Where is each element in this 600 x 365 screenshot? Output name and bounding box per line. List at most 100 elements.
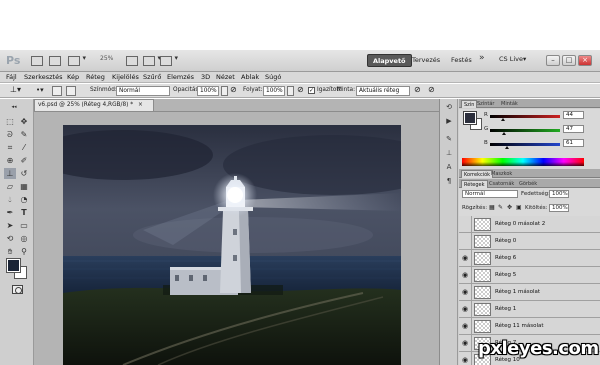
workspace-painting-button[interactable]: Festés — [446, 54, 477, 67]
tab-curves[interactable]: Görbék — [517, 180, 539, 188]
blue-channel-field[interactable]: 61 — [563, 139, 584, 147]
airbrush-icon[interactable]: ⊘ — [297, 85, 304, 94]
close-button[interactable]: × — [578, 55, 592, 66]
lock-pixels-icon[interactable]: ✎ — [498, 204, 503, 211]
eraser-tool-icon[interactable]: ▱ — [4, 181, 16, 192]
menu-view[interactable]: Nézet — [216, 73, 235, 81]
ignore-adjustment-layers-icon[interactable]: ⊘ — [414, 85, 421, 94]
menu-help[interactable]: Súgó — [265, 73, 281, 81]
red-slider-thumb[interactable] — [501, 118, 505, 121]
layer-visibility-toggle[interactable]: ◉ — [459, 301, 472, 318]
quick-selection-tool-icon[interactable]: ✎ — [18, 129, 30, 140]
opacity-field[interactable]: 100% — [197, 86, 219, 96]
layer-row[interactable]: ◉ Réteg 5 — [459, 267, 600, 284]
brush-panel-icon[interactable] — [66, 86, 76, 96]
actions-panel-icon[interactable]: ▶ — [444, 117, 454, 126]
blend-mode-select[interactable]: Normál — [462, 190, 518, 198]
layer-visibility-toggle[interactable]: ◉ — [459, 352, 472, 365]
menu-select[interactable]: Kijelölés — [112, 73, 139, 81]
menu-edit[interactable]: Szerkesztés — [24, 73, 62, 81]
lock-transparency-icon[interactable]: ▦ — [489, 204, 495, 211]
menu-image[interactable]: Kép — [67, 73, 79, 81]
history-panel-icon[interactable]: ⟲ — [444, 103, 454, 112]
tab-swatches[interactable]: Színtár — [475, 100, 496, 108]
zoom-tool-icon[interactable]: ⚲ — [18, 246, 30, 257]
color-spectrum-bar[interactable] — [462, 158, 584, 166]
clone-stamp-tool-icon[interactable]: ⊥ — [4, 168, 16, 179]
layer-visibility-toggle[interactable]: ◉ — [459, 250, 472, 267]
brush-tool-icon[interactable]: ✐ — [18, 155, 30, 166]
layer-row[interactable]: ◉ Réteg 11 másolat — [459, 318, 600, 335]
document-tab[interactable]: v6.psd @ 25% (Réteg 4,RGB/8) * × — [34, 99, 154, 111]
arrange-documents-icon[interactable] — [160, 54, 178, 66]
lock-all-icon[interactable]: ▣ — [516, 204, 522, 211]
clone-source-panel-icon[interactable] — [52, 86, 62, 96]
menu-layer[interactable]: Réteg — [86, 73, 105, 81]
history-brush-tool-icon[interactable]: ↺ — [18, 168, 30, 179]
layer-visibility-toggle[interactable]: ◉ — [459, 267, 472, 284]
document-tab-close-icon[interactable]: × — [138, 102, 143, 108]
tab-layers[interactable]: Rétegek — [461, 180, 488, 188]
view-extras-icon[interactable] — [68, 54, 86, 66]
mode-select[interactable]: Normál — [116, 86, 170, 96]
crop-tool-icon[interactable]: ⌗ — [4, 142, 16, 153]
clone-source-panel-icon[interactable]: ⊥ — [444, 149, 454, 158]
layer-row[interactable]: Réteg 0 másolat 2 — [459, 216, 600, 233]
hand-tool-icon[interactable] — [126, 56, 138, 66]
layer-row[interactable]: Réteg 0 — [459, 233, 600, 250]
dodge-tool-icon[interactable]: ◔ — [18, 194, 30, 205]
workspace-design-button[interactable]: Tervezés — [407, 54, 445, 67]
foreground-color-swatch[interactable] — [6, 258, 21, 273]
marquee-tool-icon[interactable]: ⬚ — [4, 116, 16, 127]
brush-size-icon[interactable]: •▾ — [36, 86, 44, 94]
green-slider-thumb[interactable] — [502, 132, 506, 135]
lock-position-icon[interactable]: ✥ — [507, 204, 512, 211]
menu-filter[interactable]: Szűrő — [143, 73, 161, 81]
tab-styles[interactable]: Minták — [499, 100, 520, 108]
workspace-essentials-button[interactable]: Alapvető — [367, 54, 412, 67]
layer-visibility-toggle[interactable] — [459, 233, 472, 250]
flow-field[interactable]: 100% — [263, 86, 285, 96]
minimize-button[interactable]: – — [546, 55, 560, 66]
layer-visibility-toggle[interactable]: ◉ — [459, 284, 472, 301]
shape-tool-icon[interactable]: ▭ — [18, 220, 30, 231]
menu-3d[interactable]: 3D — [201, 73, 210, 81]
type-tool-icon[interactable]: T — [18, 207, 30, 218]
pen-tool-icon[interactable]: ✒ — [4, 207, 16, 218]
healing-brush-tool-icon[interactable]: ⊕ — [4, 155, 16, 166]
tab-channels[interactable]: Csatornák — [487, 180, 516, 188]
paragraph-panel-icon[interactable]: ¶ — [444, 177, 454, 186]
layer-visibility-toggle[interactable]: ◉ — [459, 318, 472, 335]
blue-channel-slider[interactable] — [490, 143, 560, 146]
lasso-tool-icon[interactable]: ᘐ — [4, 129, 16, 140]
pressure-opacity-icon[interactable]: ⊘ — [230, 85, 237, 94]
move-tool-icon[interactable]: ✥ — [18, 116, 30, 127]
sample-select[interactable]: Aktuális réteg — [356, 86, 410, 96]
opacity-dropdown-icon[interactable] — [221, 86, 228, 96]
menu-window[interactable]: Ablak — [241, 73, 259, 81]
red-channel-field[interactable]: 44 — [563, 111, 584, 119]
layer-row[interactable]: ◉ Réteg 1 másolat — [459, 284, 600, 301]
3d-orbit-tool-icon[interactable]: ◎ — [18, 233, 30, 244]
aligned-checkbox[interactable]: ✓ — [308, 87, 315, 94]
pressure-size-icon[interactable]: ⊘ — [428, 85, 435, 94]
3d-rotate-tool-icon[interactable]: ⟲ — [4, 233, 16, 244]
flow-dropdown-icon[interactable] — [287, 86, 294, 96]
blue-slider-thumb[interactable] — [505, 146, 509, 149]
layer-opacity-field[interactable]: 100% — [549, 190, 569, 198]
brush-panel-icon[interactable]: ✎ — [444, 135, 454, 144]
maximize-button[interactable]: □ — [562, 55, 576, 66]
eyedropper-tool-icon[interactable]: ⁄ — [18, 142, 30, 153]
rotate-view-icon[interactable] — [143, 54, 161, 66]
fill-field[interactable]: 100% — [549, 204, 569, 212]
character-panel-icon[interactable]: A — [444, 163, 454, 172]
document-canvas[interactable] — [63, 125, 401, 365]
layer-row[interactable]: ◉ Réteg 6 — [459, 250, 600, 267]
quick-mask-icon[interactable] — [12, 285, 23, 294]
layer-row[interactable]: ◉ Réteg 1 — [459, 301, 600, 318]
clone-stamp-preset-icon[interactable]: ⊥▾ — [10, 85, 21, 94]
mini-bridge-icon[interactable] — [49, 56, 61, 66]
path-selection-tool-icon[interactable]: ➤ — [4, 220, 16, 231]
zoom-level[interactable]: 25% — [100, 55, 113, 62]
gradient-tool-icon[interactable]: ▦ — [18, 181, 30, 192]
